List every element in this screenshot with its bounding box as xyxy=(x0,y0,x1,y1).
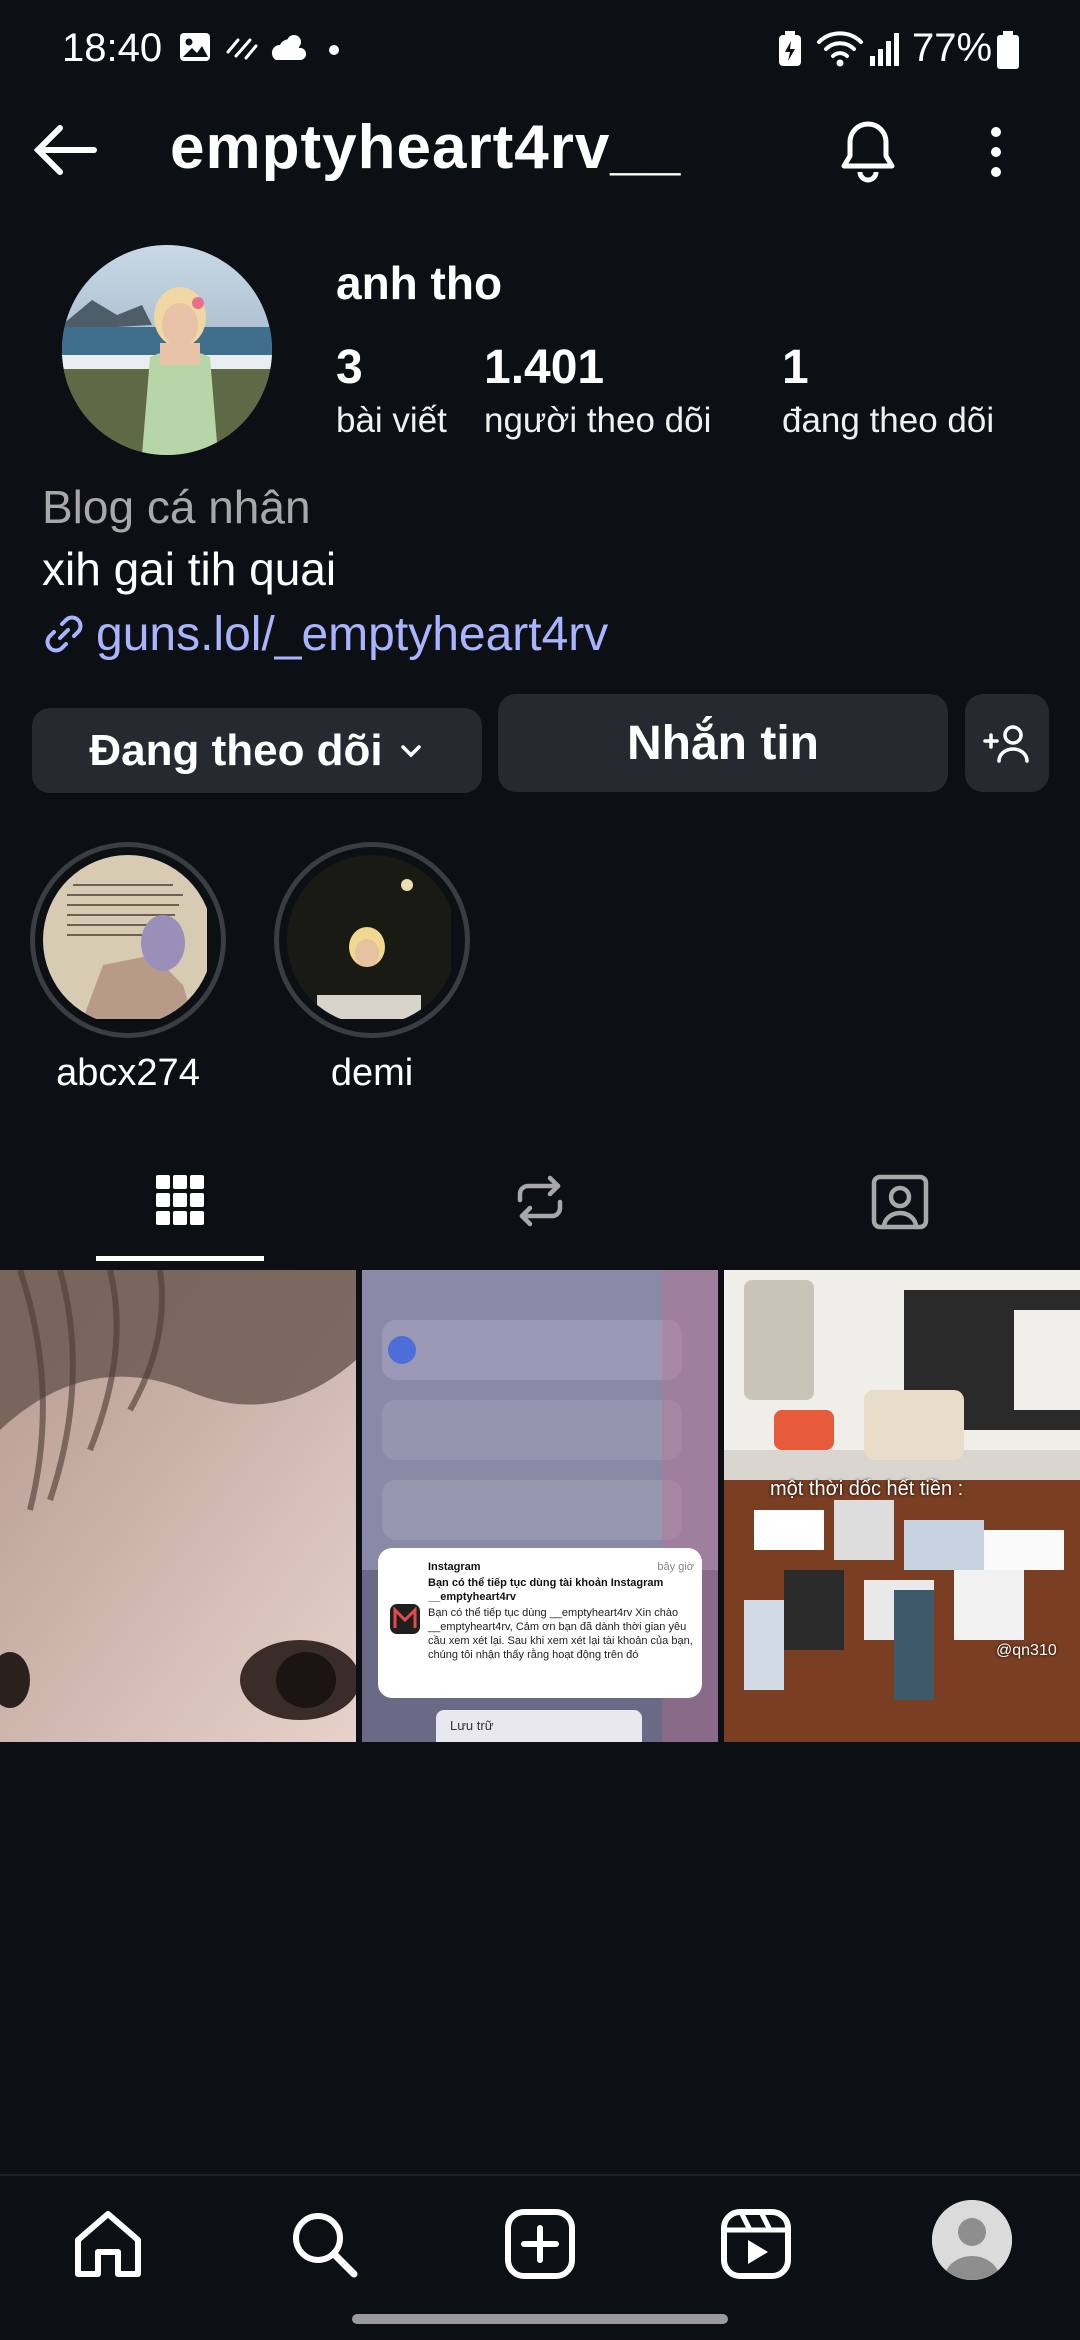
reposts-icon xyxy=(517,1175,563,1227)
reels-icon[interactable] xyxy=(718,2206,794,2282)
stat-posts-label: bài viết xyxy=(336,401,447,440)
highlight-label: abcx274 xyxy=(56,1052,200,1094)
battery-percent: 77% xyxy=(912,26,993,70)
home-indicator xyxy=(352,2314,728,2324)
highlight-ring xyxy=(30,842,226,1038)
profile-username: emptyheart4rv__ xyxy=(170,113,682,182)
stat-posts-value: 3 xyxy=(336,341,363,394)
chevron-down-icon xyxy=(400,744,421,757)
status-bar: 18:40 77% xyxy=(0,0,1080,104)
post-caption-overlay: một thời dốc hết tiền : xyxy=(770,1478,964,1500)
stat-following[interactable]: 1 đang theo dõi xyxy=(782,340,994,441)
display-name: anh tho xyxy=(336,257,503,309)
message-button[interactable]: Nhắn tin xyxy=(498,694,948,792)
cloud-sun-icon xyxy=(271,35,307,60)
highlight-label: demi xyxy=(330,1052,414,1094)
highlight-cover xyxy=(287,855,457,1025)
highlight-ring xyxy=(274,842,470,1038)
notification-preview: Instagram bây giờ Bạn có thể tiếp tục dù… xyxy=(428,1560,694,1662)
default-avatar-icon xyxy=(932,2200,1012,2280)
profile-category: Blog cá nhân xyxy=(42,481,311,533)
notification-time: bây giờ xyxy=(657,1561,694,1573)
profile-link-text[interactable]: guns.lol/_emptyheart4rv xyxy=(96,607,608,662)
home-icon[interactable] xyxy=(70,2206,146,2282)
highlight-item[interactable]: demi xyxy=(274,842,470,1095)
tab-grid[interactable] xyxy=(0,1140,360,1262)
dust-icon xyxy=(226,38,258,60)
following-button-label: Đang theo dõi xyxy=(89,725,383,775)
suggest-users-button[interactable] xyxy=(965,694,1049,792)
stat-followers-value: 1.401 xyxy=(484,341,605,394)
profile-avatar-nav[interactable] xyxy=(932,2200,1012,2280)
arrow-left-icon[interactable] xyxy=(30,120,100,180)
tab-tagged[interactable] xyxy=(720,1140,1080,1262)
bell-icon[interactable] xyxy=(836,118,900,184)
battery-icon xyxy=(997,31,1019,69)
stat-posts[interactable]: 3 bài viết xyxy=(336,340,447,441)
notification-body: Bạn có thể tiếp tục dùng __emptyheart4rv… xyxy=(428,1607,693,1661)
profile-bio: xih gai tih quai xyxy=(42,543,337,595)
post-thumbnail[interactable]: một thời dốc hết tiền : @qn310 xyxy=(724,1270,1080,1742)
following-button[interactable]: Đang theo dõi xyxy=(32,708,482,793)
post-watermark: @qn310 xyxy=(996,1642,1057,1659)
post-thumbnail[interactable]: Instagram bây giờ Bạn có thể tiếp tục dù… xyxy=(362,1270,718,1742)
status-time: 18:40 xyxy=(62,26,163,70)
stat-following-value: 1 xyxy=(782,341,809,394)
link-icon xyxy=(45,615,83,653)
profile-link[interactable]: guns.lol/_emptyheart4rv xyxy=(42,604,608,664)
profile-tabs xyxy=(0,1140,1080,1262)
notification-app: Instagram xyxy=(428,1561,481,1573)
more-vertical-icon[interactable] xyxy=(980,120,1012,184)
message-button-label: Nhắn tin xyxy=(627,716,819,770)
dot-icon xyxy=(329,45,339,55)
highlight-item[interactable]: abcx274 xyxy=(30,842,226,1095)
battery-saver-icon xyxy=(779,31,801,66)
add-user-icon xyxy=(983,725,1029,763)
stat-following-label: đang theo dõi xyxy=(782,401,995,440)
wifi-icon xyxy=(817,31,863,67)
notification-title: Bạn có thể tiếp tục dùng tài khoản Insta… xyxy=(428,1577,664,1603)
create-icon[interactable] xyxy=(502,2206,578,2282)
search-icon[interactable] xyxy=(286,2206,362,2282)
post-thumbnail[interactable] xyxy=(0,1270,356,1742)
profile-avatar[interactable] xyxy=(62,245,272,455)
notification-action: Lưu trữ xyxy=(450,1718,494,1733)
highlight-cover xyxy=(43,855,213,1025)
grid-icon xyxy=(156,1175,204,1225)
signal-icon xyxy=(870,33,899,66)
active-tab-indicator xyxy=(96,1256,264,1261)
stat-followers-label: người theo dõi xyxy=(484,401,712,440)
tagged-icon xyxy=(871,1174,929,1230)
tab-reposts[interactable] xyxy=(360,1140,720,1262)
stat-followers[interactable]: 1.401 người theo dõi xyxy=(484,340,711,441)
gallery-icon xyxy=(180,33,210,61)
